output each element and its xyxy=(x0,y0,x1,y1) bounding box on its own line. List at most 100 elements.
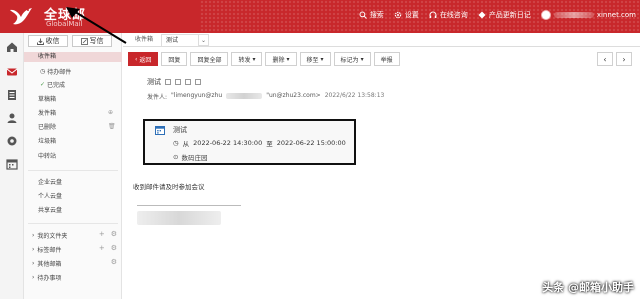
print-icon[interactable] xyxy=(185,79,191,85)
group-my-folders-label: 我的文件夹 xyxy=(37,233,68,240)
sender-row: 发件人: "limengyun@zhu "un@zhu23.com> 2022/… xyxy=(147,92,384,101)
brand-subtitle: GlobalMail xyxy=(46,20,83,28)
folder-todo-label: 待办邮件 xyxy=(47,69,72,76)
move-label: 移至 xyxy=(306,56,319,64)
prev-mail-button[interactable]: ‹ xyxy=(597,52,613,66)
chevron-left-icon: ‹ xyxy=(135,55,138,63)
tab-current-mail[interactable]: 测试 xyxy=(161,34,200,46)
event-time-row: ◷ 从 2022-06-22 14:30:00 至 2022-06-22 15:… xyxy=(173,138,346,148)
mail-time: 2022/6/22 13:58:13 xyxy=(324,92,385,99)
icon-rail xyxy=(0,33,24,299)
event-start: 2022-06-22 14:30:00 xyxy=(193,139,263,147)
contacts-icon[interactable] xyxy=(6,89,18,101)
move-button[interactable]: 移至 ▾ xyxy=(299,52,331,66)
forward-label: 转发 xyxy=(238,56,251,64)
folder-todo[interactable]: ◷ 待办邮件 xyxy=(40,67,71,76)
diamond-icon xyxy=(478,11,486,19)
signature-divider xyxy=(137,205,241,206)
star-icon[interactable] xyxy=(165,79,171,85)
cloud-enterprise[interactable]: 企业云盘 xyxy=(38,178,62,188)
folder-done[interactable]: ✓ 已完成 xyxy=(40,80,65,89)
cloud-personal[interactable]: 个人云盘 xyxy=(38,192,62,202)
caret-down-icon: ▾ xyxy=(252,55,256,63)
group-todo-items[interactable]: › 待办事项 xyxy=(32,273,61,282)
gear-icon[interactable]: ⚙ xyxy=(111,258,117,266)
sender-address-redacted xyxy=(226,93,263,99)
user-icon[interactable] xyxy=(6,112,18,124)
calendar-event-card[interactable]: 测试 ◷ 从 2022-06-22 14:30:00 至 2022-06-22 … xyxy=(143,119,356,165)
check-icon: ✓ xyxy=(40,81,46,88)
group-tag-mail[interactable]: › 标签邮件 xyxy=(32,245,61,254)
report-button[interactable]: 举报 xyxy=(373,52,400,66)
edit-icon xyxy=(80,37,88,45)
trash-icon[interactable]: 🗑 xyxy=(108,123,116,130)
folder-deleted[interactable]: 已删除 xyxy=(38,123,56,133)
gear-icon xyxy=(394,11,402,19)
folder-done-label: 已完成 xyxy=(47,82,66,89)
settings-link[interactable]: 设置 xyxy=(394,10,419,20)
gear-icon[interactable]: ⚙ xyxy=(111,244,117,252)
event-title: 测试 xyxy=(173,126,187,134)
folder-sidebar: 收信 写信 收件箱 ◷ 待办邮件 ✓ 已完成 草稿箱 发件箱 ⊕ 已删除 🗑 垃… xyxy=(24,33,122,299)
event-place-row: ⊙ 数码庄园 xyxy=(173,152,207,162)
edit-icon[interactable] xyxy=(195,79,201,85)
receive-button[interactable]: 收信 xyxy=(28,35,68,47)
reply-all-button[interactable]: 回复全部 xyxy=(190,52,229,66)
sender-address-end[interactable]: "un@zhu23.com> xyxy=(266,92,321,101)
group-other-mail-label: 其他邮箱 xyxy=(37,261,62,268)
folder-draft[interactable]: 草稿箱 xyxy=(38,95,56,105)
add-icon[interactable]: + xyxy=(99,244,105,252)
signature-redacted xyxy=(137,211,221,225)
user-name-redacted xyxy=(553,12,594,18)
user-domain: xinnet.com xyxy=(596,11,636,19)
back-button[interactable]: ‹ 返回 xyxy=(128,52,159,66)
mark-button[interactable]: 标记为 ▾ xyxy=(333,52,371,66)
divider xyxy=(28,170,118,171)
cloud-shared[interactable]: 共享云盘 xyxy=(38,206,62,216)
clock-icon: ◷ xyxy=(173,139,179,147)
tab-inbox[interactable]: 收件箱 xyxy=(127,34,161,46)
add-icon[interactable]: + xyxy=(99,230,105,238)
mail-subject-row: 测试 xyxy=(147,77,201,87)
location-pin-icon: ⊙ xyxy=(173,153,179,161)
bird-logo-icon xyxy=(10,8,32,25)
mail-icon[interactable] xyxy=(6,66,18,78)
receive-label: 收信 xyxy=(45,37,60,45)
back-label: 返回 xyxy=(139,56,152,64)
group-other-mail[interactable]: › 其他邮箱 xyxy=(32,259,61,268)
tab-dropdown-button[interactable]: ⌄ xyxy=(199,34,210,46)
gear-icon[interactable]: ⚙ xyxy=(111,230,117,238)
flag-icon[interactable] xyxy=(175,79,181,85)
sender-address-start[interactable]: "limengyun@zhu xyxy=(171,92,222,101)
event-place: 数码庄园 xyxy=(181,154,208,162)
settings-icon[interactable] xyxy=(6,135,18,147)
sent-settings-icon[interactable]: ⊕ xyxy=(108,109,113,116)
online-consult-label: 在线咨询 xyxy=(439,11,468,19)
delete-button[interactable]: 删除 ▾ xyxy=(265,52,297,66)
pager: ‹ › xyxy=(597,52,632,66)
folder-junk[interactable]: 垃圾箱 xyxy=(38,137,56,147)
reply-button[interactable]: 回复 xyxy=(161,52,188,66)
event-from-word: 从 xyxy=(182,140,190,148)
chevron-right-icon: › xyxy=(32,274,35,281)
home-icon[interactable] xyxy=(6,41,18,53)
user-menu[interactable]: xinnet.com xyxy=(540,10,636,20)
caret-down-icon: ▾ xyxy=(286,55,290,63)
next-mail-button[interactable]: › xyxy=(616,52,632,66)
mail-reader: 收件箱 测试 ⌄ ‹ 返回 回复 回复全部 转发 ▾ 删除 ▾ 移至 ▾ 标记为… xyxy=(123,33,640,299)
inbox-download-icon xyxy=(36,38,44,45)
tab-bar: 收件箱 测试 ⌄ xyxy=(123,33,640,47)
group-my-folders[interactable]: › 我的文件夹 xyxy=(32,231,67,240)
folder-relay[interactable]: 中转站 xyxy=(38,152,56,162)
update-log-link[interactable]: 产品更新日记 xyxy=(478,10,531,20)
compose-button[interactable]: 写信 xyxy=(72,35,112,47)
folder-sent[interactable]: 发件箱 xyxy=(38,109,56,119)
online-consult-link[interactable]: 在线咨询 xyxy=(429,10,468,20)
calendar-icon[interactable] xyxy=(6,158,18,170)
settings-label: 设置 xyxy=(404,11,419,19)
folder-inbox[interactable]: 收件箱 xyxy=(24,52,122,62)
search-link[interactable]: 搜索 xyxy=(359,10,384,20)
avatar xyxy=(540,10,551,20)
divider xyxy=(28,223,118,224)
forward-button[interactable]: 转发 ▾ xyxy=(231,52,263,66)
